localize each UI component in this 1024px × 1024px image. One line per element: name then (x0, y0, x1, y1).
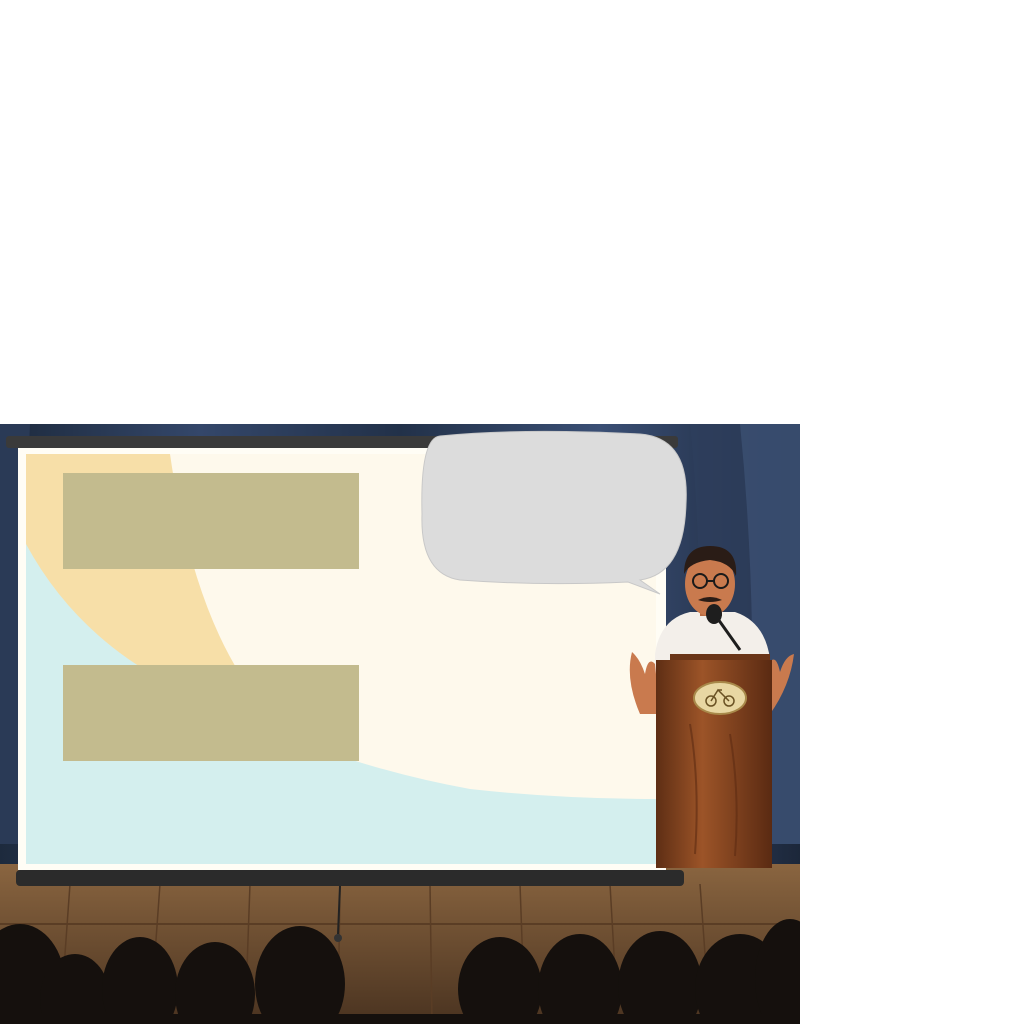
podium (656, 654, 772, 868)
screen-bottom-bar (16, 870, 684, 886)
text-placeholder-top (63, 473, 359, 569)
text-placeholder-bottom (63, 665, 359, 761)
speech-bubble (421, 430, 687, 595)
screen-pull-handle (334, 934, 342, 942)
presentation-scene (0, 424, 800, 1024)
podium-emblem (693, 681, 747, 715)
